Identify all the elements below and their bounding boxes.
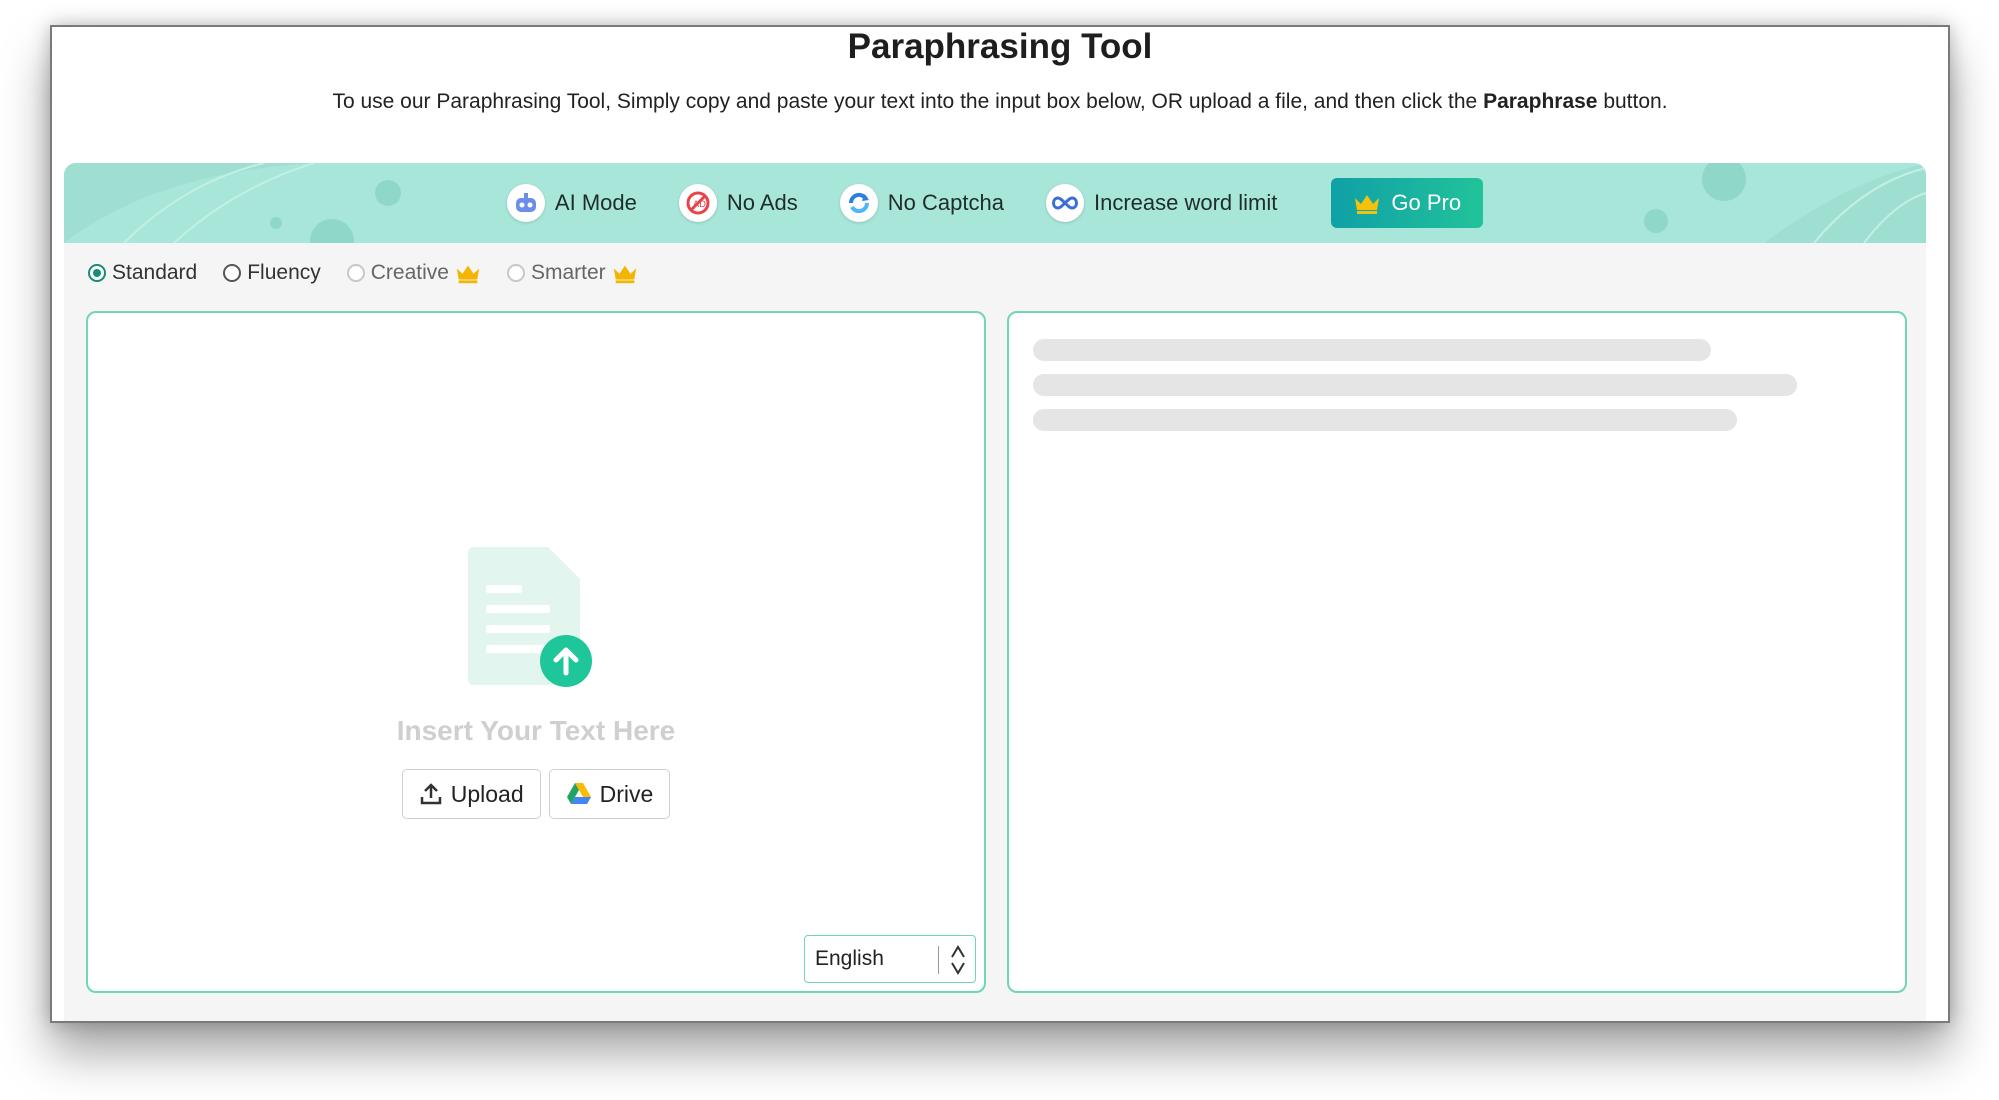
feature-label: Increase word limit [1093,190,1278,215]
feature-label: No Captcha [887,190,1004,215]
radio-smarter[interactable] [506,264,525,282]
upload-button[interactable]: Upload [401,769,541,819]
robot-icon [506,184,545,222]
pro-banner: AI Mode AD No Ads No Captcha Increase wo… [64,163,1926,243]
feature-ai-mode: AI Mode [506,184,637,222]
mode-smarter[interactable]: Smarter [506,261,638,285]
language-select[interactable]: English [804,935,976,983]
feature-no-captcha: No Captcha [839,184,1004,222]
mode-standard[interactable]: Standard [88,261,197,285]
drive-label: Drive [599,780,654,807]
google-drive-icon [566,783,591,804]
crown-icon [1355,195,1380,214]
language-value: English [815,947,884,970]
subtitle-text: To use our Paraphrasing Tool, Simply cop… [332,90,1484,113]
page-subtitle: To use our Paraphrasing Tool, Simply cop… [52,87,1948,117]
crown-icon [456,265,480,284]
go-pro-button[interactable]: Go Pro [1331,178,1484,228]
mode-label: Fluency [247,261,321,284]
mode-creative[interactable]: Creative [346,261,481,285]
loading-skeleton-line [1033,339,1711,361]
feature-label: AI Mode [554,190,637,215]
feature-no-ads: AD No Ads [678,184,798,222]
mode-label: Smarter [530,261,606,284]
input-placeholder: Insert Your Text Here [396,715,676,746]
select-divider [938,946,939,974]
upload-label: Upload [450,780,524,807]
subtitle-bold: Paraphrase [1483,90,1598,113]
upload-icon [420,783,441,805]
svg-text:AD: AD [693,200,706,210]
mode-label: Creative [370,261,449,284]
up-down-arrow-icon [951,945,965,975]
loading-skeleton-line [1033,374,1797,396]
radio-standard[interactable] [88,264,106,282]
radio-creative[interactable] [346,264,365,282]
feature-label: No Ads [726,190,798,215]
output-textbox[interactable] [1007,311,1907,993]
page-title: Paraphrasing Tool [847,27,1153,66]
input-textbox[interactable]: Insert Your Text Here Upload Drive Engli… [86,311,986,993]
upload-document-icon [468,547,592,687]
mode-selector: Standard Fluency Creative Smarter [88,261,638,285]
feature-word-limit: Increase word limit [1045,184,1278,222]
go-pro-label: Go Pro [1391,190,1462,215]
captcha-icon [839,184,878,222]
infinity-icon [1045,184,1084,222]
radio-fluency[interactable] [223,264,242,282]
subtitle-end: button. [1597,90,1668,113]
crown-icon [613,265,636,284]
mode-label: Standard [112,261,198,284]
no-ads-icon: AD [678,184,717,222]
app-window: Paraphrasing Tool To use our Paraphrasin… [50,25,1950,1023]
mode-fluency[interactable]: Fluency [223,261,321,285]
drive-button[interactable]: Drive [548,769,671,819]
loading-skeleton-line [1033,409,1737,431]
